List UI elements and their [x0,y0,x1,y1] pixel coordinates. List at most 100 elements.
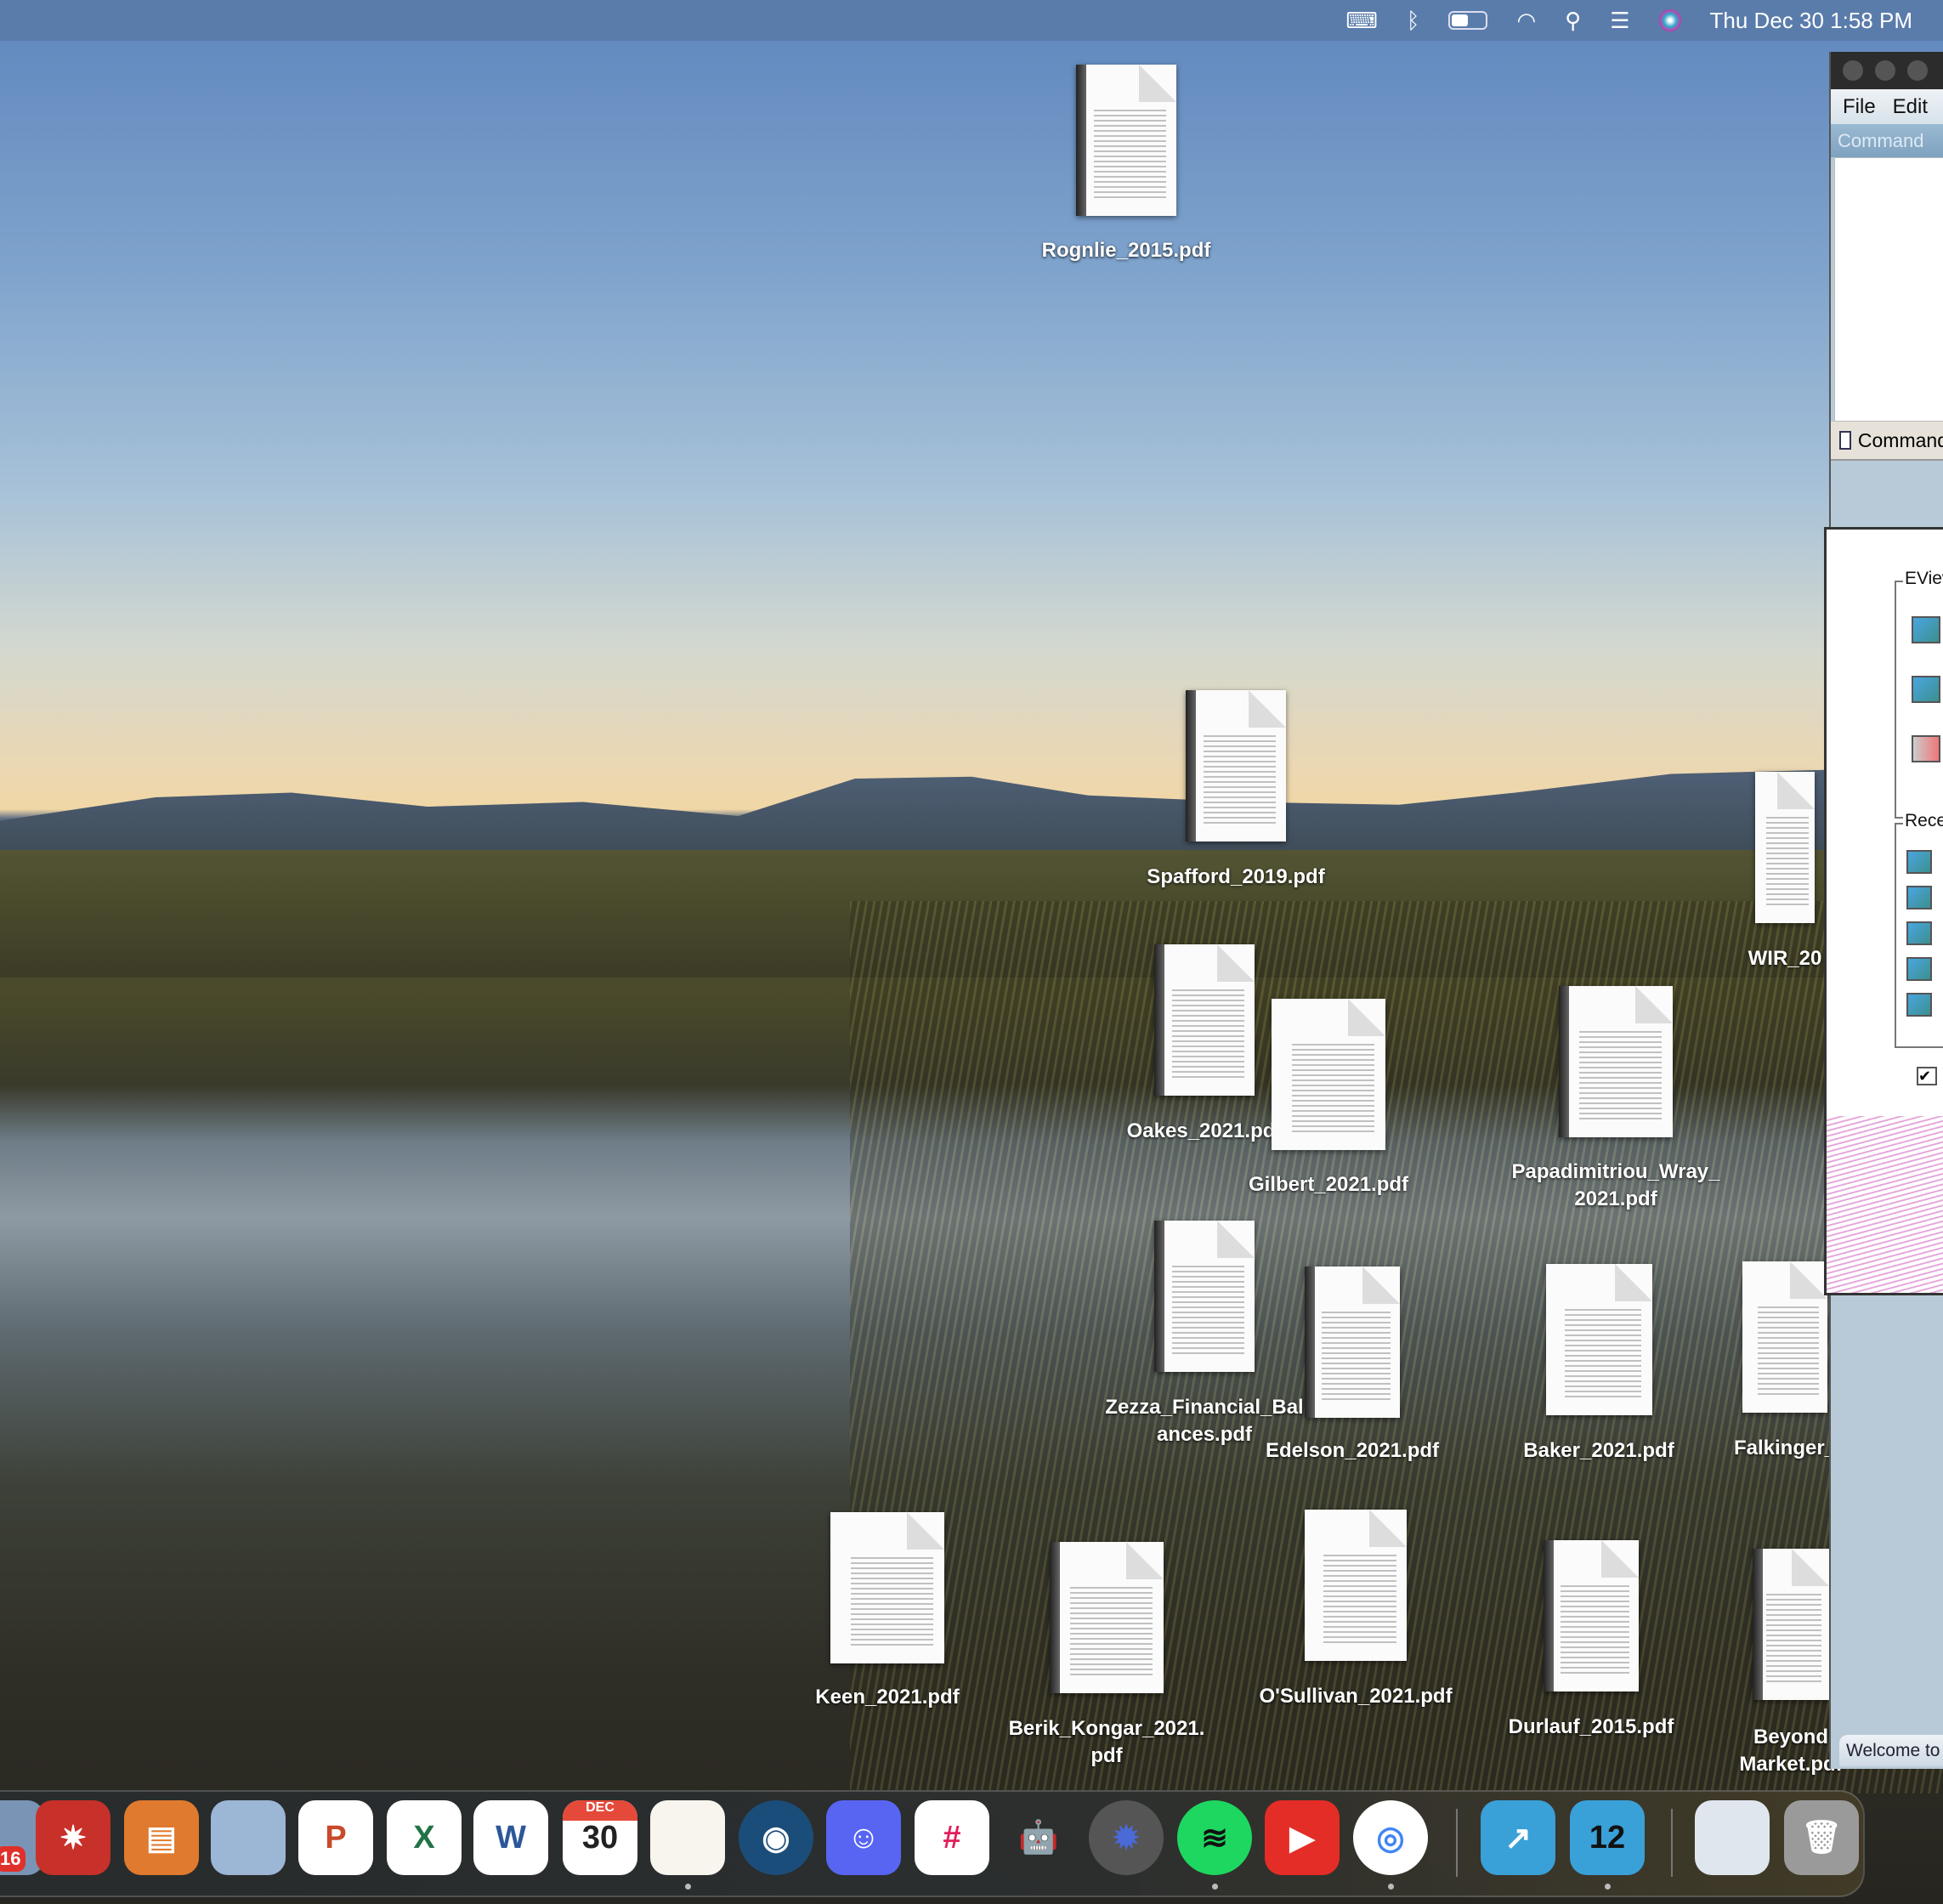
battery-icon[interactable] [1448,11,1488,30]
youtube-icon[interactable]: ▶ [1265,1800,1340,1875]
file-name-label: Berik_Kongar_2021. [1008,1717,1205,1740]
pdf-thumbnail [1076,65,1176,216]
eviews-workfile-icon[interactable] [1912,676,1940,703]
chrome-app-window-icon[interactable] [1695,1800,1770,1875]
spotify-icon[interactable]: ≋ [1177,1800,1252,1875]
status-bar: Welcome to [1839,1735,1943,1766]
app-glyph: 30 [581,1819,619,1856]
android-file-transfer-icon[interactable]: 🤖 [1001,1800,1076,1875]
close-button[interactable] [1843,60,1863,81]
notes-icon[interactable] [650,1800,725,1875]
zoom-button[interactable] [1907,60,1928,81]
pdf-thumbnail [1305,1510,1407,1661]
recent-file-icon[interactable] [1906,886,1932,910]
dialog-decoration [1827,1116,1943,1293]
file-name-label: Falkinger_ [1733,1436,1837,1459]
file-name-label: Market.pdf [1739,1753,1843,1776]
eviews-menu-bar: File Edit [1831,89,1943,124]
input-menu-icon[interactable]: ⌨ [1345,8,1378,34]
control-center-icon[interactable]: ☰ [1610,8,1629,34]
app-glyph: ◉ [762,1820,790,1856]
wolfram-mathematica-icon[interactable]: ✷ [36,1800,110,1875]
file-name-label: Spafford_2019.pdf [1147,865,1325,888]
command-tab[interactable]: Command [1831,422,1943,461]
recent-file-icon[interactable] [1906,850,1932,874]
command-input[interactable] [1834,157,1943,422]
file-name-label: WIR_20 [1748,947,1822,970]
siri-icon[interactable] [1658,9,1681,31]
preview-icon[interactable] [211,1800,286,1875]
pdf-thumbnail [1544,1540,1639,1692]
eviews-icon[interactable]: ↗ [1481,1800,1555,1875]
books-icon[interactable]: ▤ [124,1800,199,1875]
file-name-label: Edelson_2021.pdf [1265,1439,1440,1462]
xcode-instruments-icon[interactable]: ✹ [1089,1800,1164,1875]
chrome-icon[interactable]: ◎ [1353,1800,1428,1875]
app-glyph: 🤖 [1018,1820,1059,1856]
bluetooth-icon[interactable]: ᛒ [1407,8,1420,34]
powerpoint-icon[interactable]: P [298,1800,373,1875]
running-indicator [1605,1884,1611,1890]
pdf-thumbnail [1154,1221,1255,1372]
file-name-label: pdf [1090,1744,1123,1767]
group-title-eviews: EViews [1903,569,1943,589]
trash-icon[interactable]: 🗑 [1784,1800,1859,1875]
eviews-12-icon[interactable]: 12 [1570,1800,1645,1875]
menu-file[interactable]: File [1843,95,1876,119]
running-indicator [1212,1884,1218,1890]
app-glyph: ✹ [1113,1820,1140,1856]
file-name-label: Baker_2021.pdf [1523,1439,1674,1462]
steam-icon[interactable]: ◉ [739,1800,813,1875]
app-glyph: P [325,1819,347,1856]
discord-icon[interactable]: ☺ [826,1800,901,1875]
recent-file-icon[interactable] [1906,957,1932,981]
pdf-thumbnail [830,1512,944,1663]
file-name-label: Oakes_2021.pdf [1126,1119,1283,1142]
menu-edit[interactable]: Edit [1893,95,1928,119]
eviews-group: EViews [1895,569,1943,819]
recent-group: Recent [1895,811,1943,1048]
file-name-label: Zezza_Financial_Bal [1105,1396,1304,1419]
file-name-label: Gilbert_2021.pdf [1248,1173,1409,1196]
app-glyph: 🗑 [1800,1820,1843,1856]
pdf-thumbnail [1559,986,1673,1137]
app-glyph: ▤ [146,1820,177,1856]
pdf-thumbnail [1272,999,1385,1150]
minimize-button[interactable] [1875,60,1895,81]
recent-file-icon[interactable] [1906,993,1932,1017]
pdf-thumbnail [1755,772,1815,923]
app-glyph: X [413,1819,435,1856]
app-glyph: 12 [1589,1819,1626,1856]
app-glyph: W [496,1819,526,1856]
dock-separator [1456,1809,1458,1877]
file-name-label: Papadimitriou_Wray_ [1511,1160,1720,1183]
file-name-label: Rognlie_2015.pdf [1041,239,1211,262]
file-name-label: Beyond [1753,1726,1829,1748]
pdf-thumbnail [1186,690,1286,842]
pdf-thumbnail [1050,1542,1164,1693]
eviews-welcome-dialog[interactable]: EViews Recent ✔ [1824,527,1943,1295]
command-tab-label: Command [1857,428,1943,451]
app-glyph: ▶ [1289,1820,1315,1856]
spotlight-search-icon[interactable]: ⚲ [1565,8,1581,34]
file-name-label: O'Sullivan_2021.pdf [1259,1685,1453,1708]
excel-icon[interactable]: X [387,1800,462,1875]
eviews-program-icon[interactable] [1912,735,1940,762]
pdf-thumbnail [1753,1549,1829,1700]
word-icon[interactable]: W [473,1800,548,1875]
eviews-workfile-icon[interactable] [1912,616,1940,643]
menu-bar-clock[interactable]: Thu Dec 30 1:58 PM [1710,8,1912,34]
window-title-bar[interactable] [1831,52,1943,89]
group-title-recent: Recent [1903,811,1943,831]
recent-file-icon[interactable] [1906,921,1932,945]
command-pane-header: Command [1831,124,1943,157]
file-name-label: Durlauf_2015.pdf [1508,1715,1674,1738]
menu-bar: ⌨ ᛒ ◠ ⚲ ☰ Thu Dec 30 1:58 PM [0,0,1943,41]
slack-icon[interactable]: # [915,1800,989,1875]
calendar-icon[interactable]: 30 DEC [563,1800,637,1875]
app-glyph: ✷ [59,1820,87,1856]
pdf-thumbnail [1154,944,1255,1096]
file-name-label: 2021.pdf [1574,1187,1657,1210]
wifi-icon[interactable]: ◠ [1516,8,1536,34]
show-on-startup-checkbox[interactable]: ✔ [1917,1067,1937,1085]
